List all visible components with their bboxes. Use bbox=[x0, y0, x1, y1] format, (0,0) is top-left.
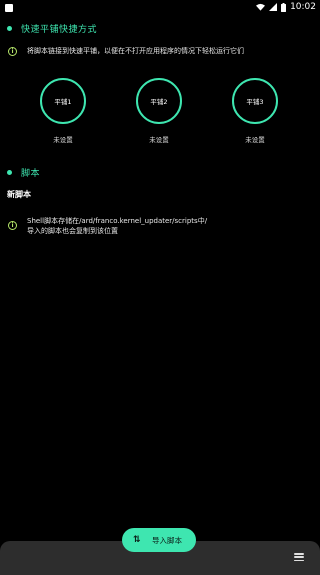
new-script-label[interactable]: 新脚本 bbox=[7, 189, 31, 200]
tile-2-ring[interactable]: 平铺2 bbox=[136, 78, 182, 124]
tile-1[interactable]: 平铺1 未设置 bbox=[38, 78, 88, 144]
status-time: 10:02 bbox=[290, 2, 316, 12]
tile-2-label: 平铺2 bbox=[150, 98, 168, 106]
tile-1-label: 平铺1 bbox=[54, 98, 72, 106]
sort-arrows-icon: ⇅ bbox=[133, 535, 141, 545]
section-dot bbox=[7, 26, 12, 31]
quick-tiles-info-text: 将脚本链接到快速平铺，以便在不打开应用程序的情况下轻松运行它们 bbox=[27, 47, 244, 55]
tile-2-status: 未设置 bbox=[149, 136, 169, 144]
tile-3[interactable]: 平铺3 未设置 bbox=[230, 78, 280, 144]
signal-icon bbox=[269, 3, 278, 11]
quick-tiles-section-title: 快速平铺快捷方式 bbox=[21, 25, 98, 35]
status-bar: 10:02 bbox=[0, 0, 320, 16]
import-script-button[interactable]: ⇅ 导入脚本 bbox=[122, 528, 196, 552]
section-dot bbox=[7, 170, 12, 175]
import-script-label: 导入脚本 bbox=[152, 535, 182, 545]
scripts-info-line2: 导入的脚本也会复制到该位置 bbox=[27, 227, 118, 235]
menu-icon[interactable] bbox=[294, 553, 304, 561]
info-icon: i bbox=[8, 221, 17, 230]
tile-1-ring[interactable]: 平铺1 bbox=[40, 78, 86, 124]
battery-icon bbox=[281, 2, 287, 12]
info-icon: i bbox=[8, 47, 17, 56]
scripts-info-line1: Shell脚本存储在/ard/franco.kernel_updater/scr… bbox=[27, 217, 208, 225]
notification-icon bbox=[5, 4, 13, 12]
tile-1-status: 未设置 bbox=[53, 136, 73, 144]
tile-3-ring[interactable]: 平铺3 bbox=[232, 78, 278, 124]
scripts-section-title: 脚本 bbox=[21, 169, 41, 179]
status-right: 10:02 bbox=[256, 2, 316, 12]
wifi-icon bbox=[256, 3, 266, 11]
tile-3-label: 平铺3 bbox=[246, 98, 264, 106]
tile-2[interactable]: 平铺2 未设置 bbox=[134, 78, 184, 144]
tile-3-status: 未设置 bbox=[245, 136, 265, 144]
